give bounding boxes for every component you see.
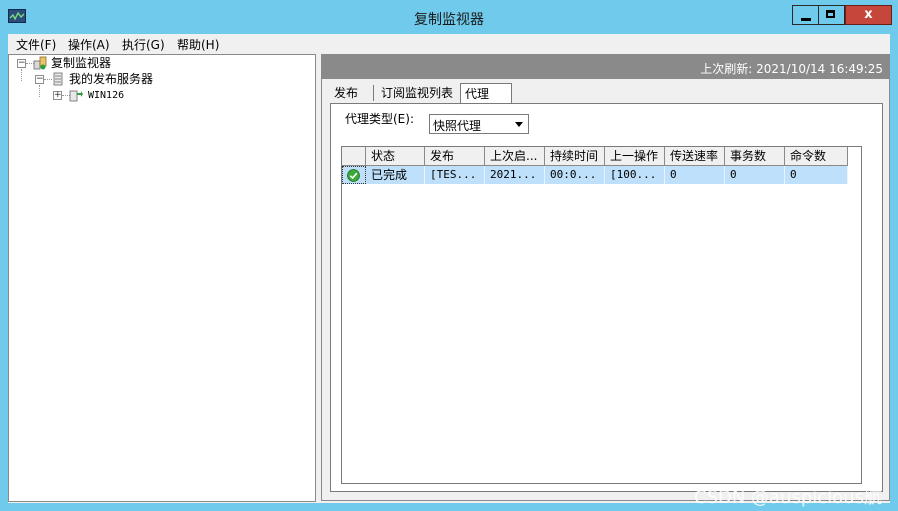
tree-item-server[interactable]: + WIN126 [9, 87, 309, 103]
tree-label-publishers: 我的发布服务器 [69, 72, 154, 86]
minimize-icon [801, 18, 811, 21]
tree-item-replication-monitor[interactable]: − 复制监视器 [9, 55, 309, 71]
publisher-server-icon [69, 90, 83, 102]
agents-grid[interactable]: 状态 发布 上次启... 持续时间 上一操作 传送速率 事务数 命令数 已完成 … [341, 146, 862, 484]
table-row[interactable]: 已完成 [TES... 2021... 00:0... [100... 0 0 … [342, 166, 848, 184]
replication-monitor-icon [33, 56, 47, 70]
cell-delivery-rate: 0 [665, 166, 725, 184]
tree-label-server: WIN126 [88, 90, 125, 101]
chevron-down-icon[interactable] [512, 117, 526, 131]
maximize-icon [826, 10, 835, 18]
menu-help[interactable]: 帮助(H) [177, 36, 219, 53]
success-check-icon [347, 169, 360, 182]
collapse-icon[interactable]: − [35, 75, 44, 84]
grid-header-commands[interactable]: 命令数 [785, 147, 848, 165]
refresh-bar: 上次刷新: 2021/10/14 16:49:25 [322, 55, 889, 79]
close-icon: x [864, 7, 873, 22]
details-pane: 上次刷新: 2021/10/14 16:49:25 发布 订阅监视列表 代理 代… [321, 54, 890, 501]
menu-run[interactable]: 执行(G) [122, 36, 165, 53]
last-refresh-text: 上次刷新: 2021/10/14 16:49:25 [700, 62, 883, 76]
agent-type-value: 快照代理 [433, 119, 482, 133]
agent-type-label: 代理类型(E): [345, 112, 414, 126]
grid-header-publication[interactable]: 发布 [425, 147, 485, 165]
tree-item-my-publishers[interactable]: − 我的发布服务器 [9, 71, 309, 87]
cell-last-start: 2021... [485, 166, 545, 184]
tab-publications[interactable]: 发布 [330, 83, 362, 103]
minimize-button[interactable] [792, 5, 819, 25]
cell-commands: 0 [785, 166, 848, 184]
agents-tab-panel: 代理类型(E): 快照代理 状态 发布 上次启... 持续时间 上一操作 传送速… [330, 103, 883, 492]
client-area: 文件(F) 操作(A) 执行(G) 帮助(H) − 复制监视器 − 我的发布服务… [8, 34, 890, 503]
tree-label-root: 复制监视器 [51, 56, 112, 70]
grid-header-last-start[interactable]: 上次启... [485, 147, 545, 165]
menu-file[interactable]: 文件(F) [16, 36, 56, 53]
close-button[interactable]: x [845, 5, 892, 25]
menu-action[interactable]: 操作(A) [68, 36, 110, 53]
title-bar[interactable]: 复制监视器 x [0, 0, 898, 34]
grid-header-last-action[interactable]: 上一操作 [605, 147, 665, 165]
expand-icon[interactable]: + [53, 91, 62, 100]
grid-header-icon-column[interactable] [342, 147, 366, 165]
grid-header-delivery-rate[interactable]: 传送速率 [665, 147, 725, 165]
window-title: 复制监视器 [414, 12, 484, 28]
menu-bar: 文件(F) 操作(A) 执行(G) 帮助(H) [8, 34, 890, 53]
grid-header-status[interactable]: 状态 [366, 147, 425, 165]
tab-subscription-watch-list[interactable]: 订阅监视列表 [377, 83, 457, 103]
app-window: 复制监视器 x 文件(F) 操作(A) 执行(G) 帮助(H) − 复制监视器 … [0, 0, 898, 511]
cell-last-action: [100... [605, 166, 665, 184]
status-icon-cell [342, 166, 366, 184]
server-group-icon [53, 72, 63, 86]
maximize-button[interactable] [819, 5, 845, 25]
navigation-tree[interactable]: − 复制监视器 − 我的发布服务器 + WIN126 [8, 54, 316, 502]
grid-header: 状态 发布 上次启... 持续时间 上一操作 传送速率 事务数 命令数 [342, 147, 848, 166]
cell-status: 已完成 [366, 166, 425, 184]
tab-separator [373, 85, 374, 101]
watermark: CSDN @auspicious航 [694, 487, 882, 508]
cell-publication: [TES... [425, 166, 485, 184]
cell-duration: 00:0... [545, 166, 605, 184]
collapse-icon[interactable]: − [17, 59, 26, 68]
agent-type-dropdown[interactable]: 快照代理 [429, 114, 529, 134]
cell-transactions: 0 [725, 166, 785, 184]
tab-agents[interactable]: 代理 [460, 83, 512, 104]
grid-header-transactions[interactable]: 事务数 [725, 147, 785, 165]
grid-header-duration[interactable]: 持续时间 [545, 147, 605, 165]
